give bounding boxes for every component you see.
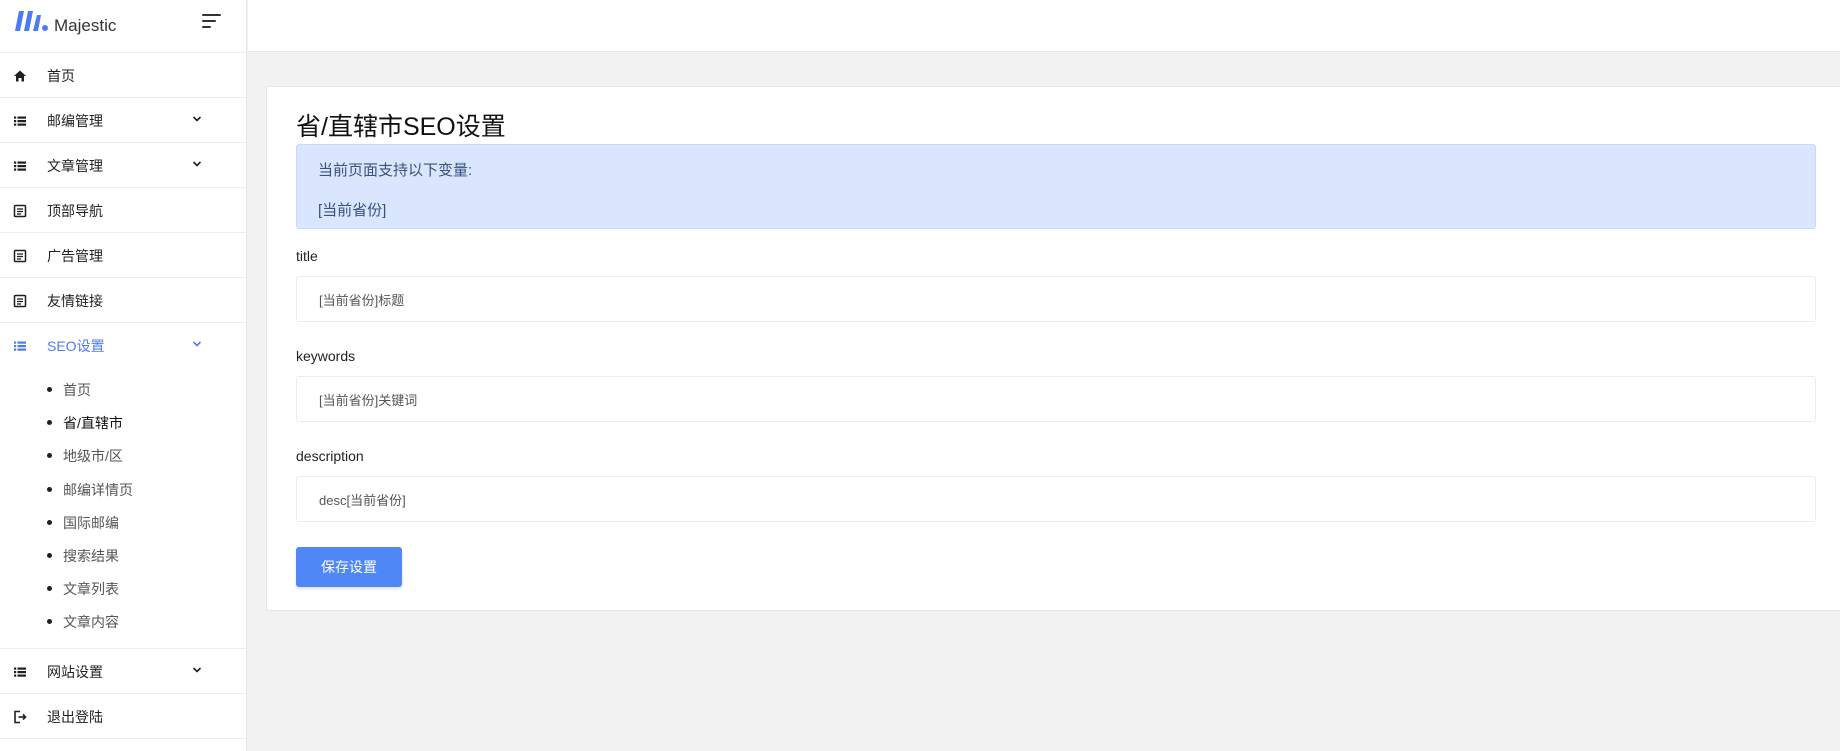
submenu-item-label: 搜索结果 <box>63 547 119 564</box>
description-input[interactable] <box>296 476 1816 522</box>
chevron-down-icon <box>192 341 202 347</box>
submenu-item-city-district[interactable]: 地级市/区 <box>0 438 246 471</box>
submenu-item-article-content[interactable]: 文章内容 <box>0 604 246 637</box>
submenu-item-label: 邮编详情页 <box>63 481 133 498</box>
variables-info-alert: 当前页面支持以下变量: [当前省份] <box>296 144 1816 229</box>
sidebar-item-home[interactable]: 首页 <box>0 53 246 98</box>
title-input[interactable] <box>296 276 1816 322</box>
alert-variable: [当前省份] <box>318 202 387 219</box>
sidebar-item-label: 首页 <box>47 68 75 84</box>
chevron-down-icon <box>192 116 202 122</box>
sidebar-item-label: 广告管理 <box>47 248 103 264</box>
sidebar: Majestic 首页 邮编管理 文章管理 顶部导航 广告管理 友情链接 SEO… <box>0 0 247 751</box>
document-icon <box>13 204 27 218</box>
logout-icon <box>14 710 27 723</box>
majestic-logo-icon <box>15 11 48 31</box>
submenu-item-label: 省/直辖市 <box>63 415 123 432</box>
submenu-item-label: 文章列表 <box>63 581 119 598</box>
bullet-icon <box>47 420 52 426</box>
bullet-icon <box>47 586 52 592</box>
submenu-item-province[interactable]: 省/直辖市 <box>0 405 246 438</box>
sidebar-item-label: 友情链接 <box>47 293 103 309</box>
list-icon <box>14 341 26 351</box>
save-settings-button[interactable]: 保存设置 <box>296 547 402 587</box>
menu-toggle-icon[interactable] <box>202 14 222 30</box>
settings-card: 省/直辖市SEO设置 当前页面支持以下变量: [当前省份] title keyw… <box>266 86 1840 611</box>
sidebar-item-friend-links[interactable]: 友情链接 <box>0 278 246 323</box>
submenu-item-label: 地级市/区 <box>63 448 123 465</box>
chevron-down-icon <box>192 666 202 673</box>
sidebar-item-seo-settings[interactable]: SEO设置 <box>0 323 246 367</box>
bullet-icon <box>47 619 52 625</box>
top-bar <box>248 0 1840 52</box>
sidebar-item-article-management[interactable]: 文章管理 <box>0 143 246 188</box>
submenu-item-home[interactable]: 首页 <box>0 372 246 405</box>
list-icon <box>14 116 26 126</box>
bullet-icon <box>47 387 52 392</box>
title-field-label: title <box>296 248 318 264</box>
sidebar-item-label: 顶部导航 <box>47 203 103 219</box>
sidebar-item-label: SEO设置 <box>47 338 105 354</box>
sidebar-item-top-navigation[interactable]: 顶部导航 <box>0 188 246 233</box>
submenu-item-search-results[interactable]: 搜索结果 <box>0 538 246 571</box>
sidebar-item-label: 网站设置 <box>47 663 103 680</box>
bullet-icon <box>47 453 52 459</box>
keywords-field-label: keywords <box>296 348 356 364</box>
alert-text: 当前页面支持以下变量: <box>318 162 473 179</box>
page-title: 省/直辖市SEO设置 <box>296 113 506 141</box>
list-icon <box>14 161 26 171</box>
keywords-input[interactable] <box>296 376 1816 422</box>
submenu-item-label: 文章内容 <box>63 614 119 631</box>
submenu-item-label: 国际邮编 <box>63 514 119 531</box>
submenu-item-label: 首页 <box>63 382 91 398</box>
sidebar-item-zipcode-management[interactable]: 邮编管理 <box>0 98 246 143</box>
submenu-item-article-list[interactable]: 文章列表 <box>0 571 246 604</box>
brand-header: Majestic <box>0 0 246 53</box>
sidebar-item-site-settings[interactable]: 网站设置 <box>0 649 246 694</box>
bullet-icon <box>47 486 52 492</box>
bullet-icon <box>47 519 52 525</box>
description-field-label: description <box>296 448 364 464</box>
list-icon <box>14 667 26 677</box>
submenu-item-zipcode-detail[interactable]: 邮编详情页 <box>0 472 246 505</box>
seo-submenu: 首页 省/直辖市 地级市/区 邮编详情页 国际邮编 搜索结果 文章列表 文章内容 <box>0 367 246 649</box>
sidebar-item-label: 文章管理 <box>47 158 103 174</box>
brand-name: Majestic <box>54 16 117 35</box>
home-icon <box>14 70 26 82</box>
sidebar-item-ad-management[interactable]: 广告管理 <box>0 233 246 278</box>
sidebar-item-logout[interactable]: 退出登陆 <box>0 694 246 739</box>
bullet-icon <box>47 552 52 558</box>
sidebar-item-label: 邮编管理 <box>47 113 103 129</box>
document-icon <box>13 294 27 308</box>
submenu-item-international-zipcode[interactable]: 国际邮编 <box>0 505 246 538</box>
chevron-down-icon <box>192 161 202 167</box>
document-icon <box>13 249 27 263</box>
sidebar-item-label: 退出登陆 <box>47 708 103 725</box>
